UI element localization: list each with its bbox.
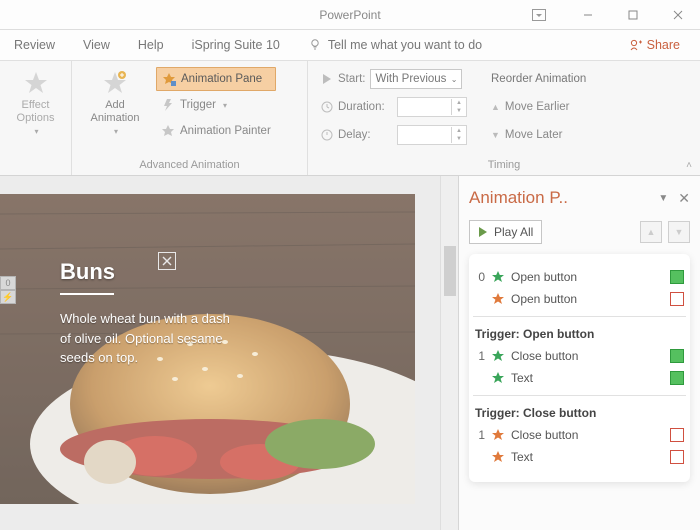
play-icon <box>321 73 333 85</box>
pane-close-icon[interactable]: ✕ <box>678 190 690 207</box>
star-icon <box>491 292 505 306</box>
animation-item[interactable]: Open button <box>473 288 686 310</box>
timeline-swatch <box>670 450 684 464</box>
item-label: Open button <box>511 270 664 284</box>
up-arrow-icon: ▲ <box>491 102 500 112</box>
group-timing: Start: With Previous ⌄ Duration: ▲▼ Dela… <box>308 61 700 175</box>
animation-pane-button[interactable]: Animation Pane <box>156 67 276 91</box>
trigger-icon <box>161 98 175 112</box>
timeline-swatch <box>670 270 684 284</box>
collapse-ribbon-icon[interactable]: ˄ <box>686 160 692 171</box>
animation-painter-button[interactable]: Animation Painter <box>156 119 276 143</box>
tell-me-search[interactable]: Tell me what you want to do <box>308 38 482 52</box>
animation-tag[interactable]: ⚡ <box>0 290 16 304</box>
chevron-down-icon: ▾ <box>114 127 118 136</box>
animation-item[interactable]: 1 Close button <box>473 424 686 446</box>
slide-body: Whole wheat bun with a dash of olive oil… <box>60 309 230 368</box>
tab-ispring[interactable]: iSpring Suite 10 <box>192 38 280 52</box>
down-arrow-icon: ▼ <box>491 130 500 140</box>
item-label: Close button <box>511 349 664 363</box>
animation-item[interactable]: 0 Open button <box>473 266 686 288</box>
move-earlier-button[interactable]: ▲ Move Earlier <box>486 95 591 119</box>
effect-options-button[interactable]: Effect Options ▾ <box>8 65 63 136</box>
app-title: PowerPoint <box>319 8 380 22</box>
move-later-button[interactable]: ▼ Move Later <box>486 123 591 147</box>
maximize-button[interactable] <box>610 0 655 30</box>
star-icon <box>491 428 505 442</box>
chevron-down-icon: ⌄ <box>451 75 458 84</box>
animation-pane: Animation P.. ▼ ✕ Play All ▲ ▼ 0 Open but… <box>458 176 700 530</box>
item-label: Close button <box>511 428 664 442</box>
minimize-button[interactable] <box>565 0 610 30</box>
slide-close-shape[interactable] <box>158 252 176 270</box>
star-icon <box>491 270 505 284</box>
titlebar: PowerPoint <box>0 0 700 30</box>
item-label: Open button <box>511 292 664 306</box>
pane-icon <box>162 72 176 86</box>
clock-icon <box>321 129 333 141</box>
timeline-swatch <box>670 292 684 306</box>
animation-item[interactable]: Text <box>473 446 686 468</box>
close-icon <box>162 256 172 266</box>
item-label: Text <box>511 371 664 385</box>
animation-list: 0 Open button Open button Trigger: Open bu… <box>469 254 690 482</box>
ribbon: Effect Options ▾ Add Animation ▾ Animati… <box>0 60 700 176</box>
pane-menu-icon[interactable]: ▼ <box>658 193 668 204</box>
item-number: 1 <box>475 428 485 442</box>
start-row: Start: With Previous ⌄ <box>316 67 472 91</box>
window-controls <box>565 0 700 30</box>
star-plus-icon <box>101 69 129 97</box>
lightbulb-icon <box>308 38 322 52</box>
animation-tags: 0 ⚡ <box>0 276 16 304</box>
slide-area[interactable]: Buns Whole wheat bun with a dash of oliv… <box>0 176 458 530</box>
item-number: 0 <box>475 270 485 284</box>
play-icon <box>478 227 488 237</box>
share-button[interactable]: Share <box>629 38 680 52</box>
timeline-swatch <box>670 371 684 385</box>
workspace: Buns Whole wheat bun with a dash of oliv… <box>0 176 700 530</box>
move-up-button[interactable]: ▲ <box>640 221 662 243</box>
tab-view[interactable]: View <box>83 38 110 52</box>
animation-item[interactable]: 1 Close button <box>473 345 686 367</box>
group-effect-options: Effect Options ▾ <box>0 61 72 175</box>
item-number: 1 <box>475 349 485 363</box>
timeline-swatch <box>670 349 684 363</box>
vertical-scrollbar[interactable] <box>440 176 458 530</box>
star-icon <box>491 349 505 363</box>
tab-help[interactable]: Help <box>138 38 164 52</box>
trigger-label: Trigger: Close button <box>473 395 686 424</box>
group-advanced-animation: Add Animation ▾ Animation Pane Trigger ▾… <box>72 61 308 175</box>
pane-title: Animation P.. <box>469 188 568 208</box>
share-icon <box>629 38 643 52</box>
trigger-button[interactable]: Trigger ▾ <box>156 93 276 117</box>
tab-review[interactable]: Review <box>14 38 55 52</box>
clock-icon <box>321 101 333 113</box>
timeline-swatch <box>670 428 684 442</box>
reorder-label: Reorder Animation <box>486 67 591 91</box>
ribbon-tabs: Review View Help iSpring Suite 10 Tell m… <box>0 30 700 60</box>
add-animation-button[interactable]: Add Animation ▾ <box>80 65 150 136</box>
trigger-label: Trigger: Open button <box>473 316 686 345</box>
star-icon <box>491 450 505 464</box>
play-all-button[interactable]: Play All <box>469 220 542 244</box>
animation-tag[interactable]: 0 <box>0 276 16 290</box>
delay-field[interactable]: ▲▼ <box>397 125 467 145</box>
animation-item[interactable]: Text <box>473 367 686 389</box>
duration-row: Duration: ▲▼ <box>316 95 472 119</box>
ribbon-display-options[interactable] <box>518 0 560 30</box>
delay-row: Delay: ▲▼ <box>316 123 472 147</box>
star-icon <box>491 371 505 385</box>
start-select[interactable]: With Previous ⌄ <box>370 69 462 89</box>
close-button[interactable] <box>655 0 700 30</box>
chevron-down-icon: ▾ <box>223 101 227 110</box>
duration-field[interactable]: ▲▼ <box>397 97 467 117</box>
chevron-down-icon: ▾ <box>34 127 38 136</box>
painter-icon <box>161 124 175 138</box>
item-label: Text <box>511 450 664 464</box>
slide-title: Buns <box>60 259 320 293</box>
star-icon <box>22 69 50 97</box>
slide: Buns Whole wheat bun with a dash of oliv… <box>0 194 415 504</box>
move-down-button[interactable]: ▼ <box>668 221 690 243</box>
